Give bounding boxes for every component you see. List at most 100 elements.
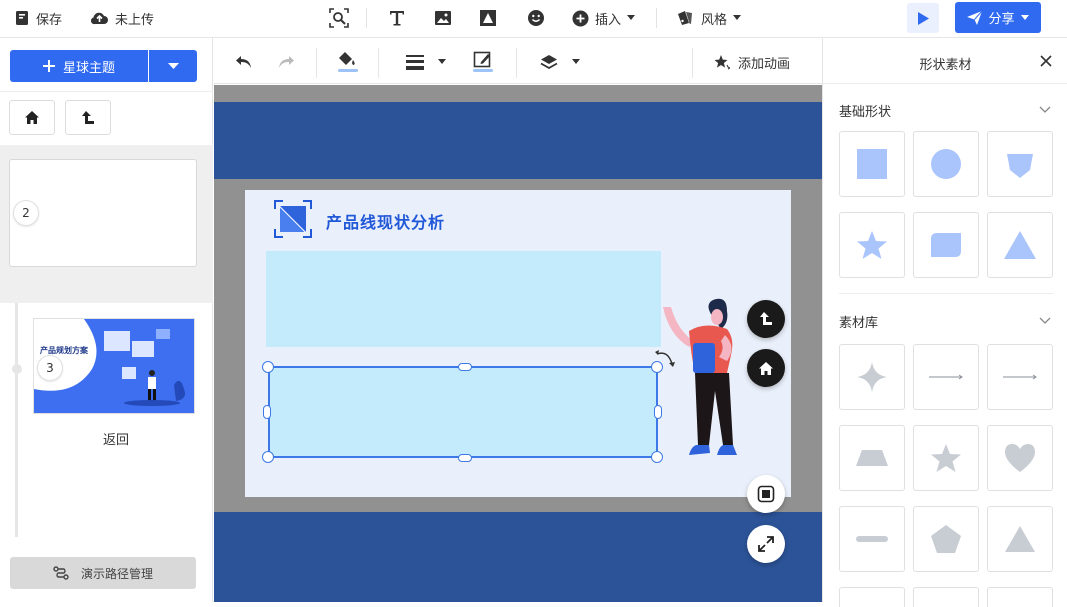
up-level-button[interactable] — [65, 100, 111, 135]
divider — [378, 48, 379, 78]
home-nav-button[interactable] — [9, 100, 55, 135]
caret-down-icon — [167, 62, 179, 69]
undo-button[interactable] — [234, 50, 254, 74]
divider — [692, 48, 693, 78]
resize-handle[interactable] — [458, 454, 472, 462]
format-toolbar: 添加动画 — [214, 38, 822, 84]
redo-button[interactable] — [276, 50, 296, 74]
material-star[interactable] — [913, 425, 979, 491]
resize-handle[interactable] — [262, 451, 274, 463]
image-tool-button[interactable] — [430, 6, 456, 30]
layer-dropdown[interactable] — [570, 50, 582, 74]
shape-rounded-rect[interactable] — [913, 212, 979, 278]
star-shape-icon — [857, 231, 887, 259]
material-trapezoid[interactable] — [839, 425, 905, 491]
border-color-button[interactable] — [471, 50, 495, 74]
heart-shape-icon — [1005, 444, 1035, 472]
content-box-top[interactable] — [266, 251, 661, 347]
arrow-line-icon — [1003, 374, 1037, 380]
section-title-library: 素材库 — [839, 316, 879, 331]
image-icon — [435, 11, 451, 25]
shape-triangle[interactable] — [987, 212, 1053, 278]
slide-number-badge: 2 — [13, 200, 39, 226]
path-tree-node — [12, 364, 22, 374]
canvas-frame-button[interactable] — [747, 475, 785, 513]
rounded-rect-shape-icon — [931, 233, 961, 257]
divider — [656, 8, 657, 28]
arrow-line-icon — [929, 374, 963, 380]
fill-color-button[interactable] — [336, 50, 360, 74]
material-cell-partial[interactable] — [987, 587, 1053, 607]
palette-icon — [678, 11, 692, 25]
material-cell-partial[interactable] — [913, 587, 979, 607]
emoji-tool-button[interactable] — [523, 6, 549, 30]
resize-handle[interactable] — [262, 361, 274, 373]
divider — [839, 293, 1053, 294]
material-heart[interactable] — [987, 425, 1053, 491]
style-menu-button[interactable]: 风格 — [677, 0, 742, 36]
divider — [823, 83, 1067, 84]
triangle-shape-icon — [1004, 231, 1036, 259]
layer-button[interactable] — [538, 50, 560, 74]
resize-handle[interactable] — [263, 405, 271, 419]
slide-canvas[interactable]: 产品线现状分析 — [245, 190, 791, 497]
chevron-down-icon[interactable] — [1037, 102, 1053, 118]
layers-icon — [540, 54, 558, 69]
divider — [366, 8, 367, 28]
caret-down-icon — [733, 15, 742, 20]
play-presentation-button[interactable] — [907, 3, 939, 33]
text-tool-button[interactable] — [384, 6, 410, 30]
square-shape-icon — [857, 149, 887, 179]
zoom-search-button[interactable] — [326, 6, 352, 30]
save-icon — [16, 11, 28, 25]
add-animation-button[interactable]: 添加动画 — [714, 50, 790, 74]
material-sparkle[interactable] — [839, 344, 905, 410]
chevron-down-icon[interactable] — [1037, 313, 1053, 329]
route-icon — [53, 566, 69, 580]
material-arrow-line[interactable] — [987, 344, 1053, 410]
shape-square[interactable] — [839, 131, 905, 197]
insert-label: 插入 — [595, 12, 622, 28]
close-panel-button[interactable] — [1037, 52, 1055, 70]
shape-icon — [480, 10, 496, 26]
cloud-upload-icon — [90, 12, 108, 25]
style-label: 风格 — [701, 12, 728, 28]
person-illustration — [663, 298, 737, 455]
slide-title[interactable]: 产品线现状分析 — [326, 209, 445, 233]
share-label: 分享 — [988, 12, 1015, 27]
star-sparkle-icon — [714, 55, 730, 70]
path-manage-button[interactable]: 演示路径管理 — [10, 557, 196, 589]
shape-materials-panel: 形状素材 基础形状 素材库 — [822, 38, 1067, 607]
content-box-selected[interactable] — [268, 366, 658, 458]
bar-shape-icon — [856, 536, 888, 542]
shape-circle[interactable] — [913, 131, 979, 197]
theme-dropdown-button[interactable] — [149, 50, 197, 82]
canvas-area[interactable]: 产品线现状分析 — [214, 85, 822, 602]
theme-button-label: 星球主题 — [62, 60, 115, 76]
line-weight-dropdown[interactable] — [436, 50, 448, 74]
theme-button[interactable]: 星球主题 — [10, 50, 148, 82]
material-bar[interactable] — [839, 506, 905, 572]
insert-menu-button[interactable]: 插入 — [572, 0, 636, 36]
share-button[interactable]: 分享 — [955, 2, 1041, 33]
shape-tool-button[interactable] — [475, 6, 501, 30]
save-button[interactable]: 保存 — [14, 0, 62, 36]
shape-star[interactable] — [839, 212, 905, 278]
canvas-home-button[interactable] — [747, 349, 785, 387]
material-arrow-line[interactable] — [913, 344, 979, 410]
divider — [316, 48, 317, 78]
material-triangle[interactable] — [987, 506, 1053, 572]
fullscreen-button[interactable] — [747, 525, 785, 563]
send-icon — [967, 10, 983, 25]
caret-down-icon — [438, 59, 446, 64]
material-pentagon[interactable] — [913, 506, 979, 572]
upload-status-button[interactable]: 未上传 — [90, 0, 154, 36]
line-weight-icon — [406, 55, 424, 70]
material-cell-partial[interactable] — [839, 587, 905, 607]
slides-panel: 星球主题 2 产品规划方案 3 返回 演示路径管理 — [0, 38, 213, 602]
resize-handle[interactable] — [458, 363, 472, 371]
shape-pentagon[interactable] — [987, 131, 1053, 197]
canvas-up-level-button[interactable] — [747, 300, 785, 338]
line-weight-button[interactable] — [404, 50, 426, 74]
section-title-basic: 基础形状 — [839, 105, 892, 120]
